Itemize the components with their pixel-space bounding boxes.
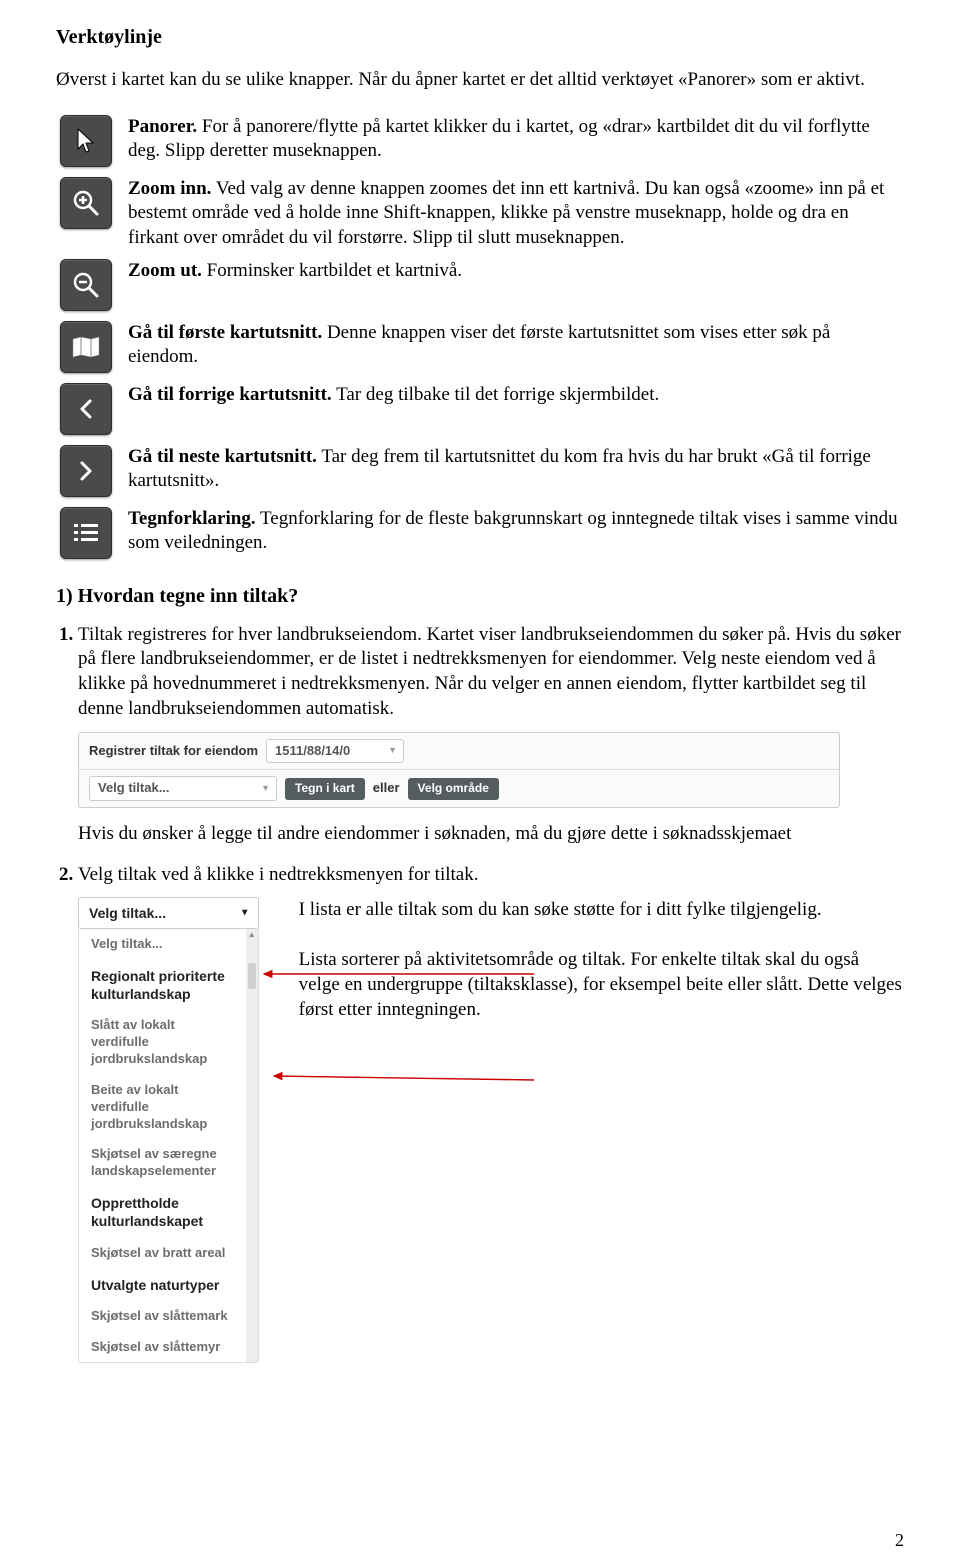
- eller-label: eller: [373, 780, 400, 797]
- callout-p2: Lista sorterer på aktivitetsområde og ti…: [299, 948, 904, 1022]
- figure-register-tiltak: Registrer tiltak for eiendom 1511/88/14/…: [78, 732, 840, 809]
- next-extent-button[interactable]: [60, 445, 112, 497]
- dropdown-group-title: Regionalt prioriterte kulturlandskap: [79, 960, 246, 1010]
- step-2: Velg tiltak ved å klikke i nedtrekksmeny…: [78, 863, 904, 1364]
- zoom-in-button[interactable]: [60, 177, 112, 229]
- dropdown-header[interactable]: Velg tiltak... ▼: [78, 897, 259, 929]
- dropdown-hint: Velg tiltak...: [79, 929, 246, 960]
- dropdown-item[interactable]: Skjøtsel av bratt areal: [79, 1238, 246, 1269]
- chevron-right-icon: [78, 460, 94, 482]
- cursor-icon: [75, 127, 97, 155]
- panorer-button[interactable]: [60, 115, 112, 167]
- dropdown-item[interactable]: Skjøtsel av slåttemark: [79, 1301, 246, 1332]
- fig1-label: Registrer tiltak for eiendom: [89, 743, 258, 760]
- chevron-down-icon: ▼: [261, 783, 270, 795]
- first-extent-button[interactable]: [60, 321, 112, 373]
- toolbar-table: Panorer. For å panorere/flytte på kartet…: [56, 111, 904, 565]
- page-title: Verktøylinje: [56, 24, 904, 50]
- zoom-out-button[interactable]: [60, 259, 112, 311]
- chevron-down-icon: ▼: [240, 906, 250, 919]
- dropdown-item[interactable]: Beite av lokalt verdifulle jordbruksland…: [79, 1075, 246, 1140]
- scroll-up-icon[interactable]: ▲: [246, 929, 258, 941]
- legend-button[interactable]: [60, 507, 112, 559]
- callout-p1: I lista er alle tiltak som du kan søke s…: [299, 898, 904, 923]
- chevron-down-icon: ▼: [388, 745, 397, 757]
- dropdown-item[interactable]: Slått av lokalt verdifulle jordbruksland…: [79, 1010, 246, 1075]
- velg-omrade-button[interactable]: Velg område: [408, 778, 499, 800]
- dropdown-list: ▲ Velg tiltak... Regionalt prioriterte k…: [79, 929, 258, 1363]
- zoom-out-icon: [71, 270, 101, 300]
- tegn-i-kart-button[interactable]: Tegn i kart: [285, 778, 365, 800]
- eiendom-dropdown[interactable]: 1511/88/14/0 ▼: [266, 739, 404, 764]
- step-2-text: Velg tiltak ved å klikke i nedtrekksmeny…: [78, 864, 478, 885]
- figure-velg-tiltak-dropdown: Velg tiltak... ▼ ▲ Velg tiltak... Region…: [78, 898, 259, 1364]
- zoom-in-desc: Zoom inn. Ved valg av denne knappen zoom…: [124, 173, 904, 255]
- next-extent-desc: Gå til neste kartutsnitt. Tar deg frem t…: [124, 441, 904, 503]
- legend-desc: Tegnforklaring. Tegnforklaring for de fl…: [124, 503, 904, 565]
- zoom-in-icon: [71, 188, 101, 218]
- dropdown-item[interactable]: Skjøtsel av særegne landskapselementer: [79, 1139, 246, 1187]
- page-number: 2: [895, 1529, 904, 1552]
- velg-tiltak-dropdown[interactable]: Velg tiltak... ▼: [89, 776, 277, 801]
- zoom-out-desc: Zoom ut. Forminsker kartbildet et kartni…: [124, 255, 904, 317]
- scrollbar-thumb[interactable]: [248, 963, 256, 989]
- map-icon: [71, 335, 101, 359]
- dropdown-item[interactable]: Skjøtsel av slåttemyr: [79, 1332, 246, 1363]
- step-1: Tiltak registreres for hver landbrukseie…: [78, 623, 904, 847]
- prev-extent-desc: Gå til forrige kartutsnitt. Tar deg tilb…: [124, 379, 904, 441]
- list-icon: [72, 522, 100, 544]
- after-fig1-text: Hvis du ønsker å legge til andre eiendom…: [78, 822, 904, 847]
- panorer-desc: Panorer. For å panorere/flytte på kartet…: [124, 111, 904, 173]
- first-extent-desc: Gå til første kartutsnitt. Denne knappen…: [124, 317, 904, 379]
- step-1-text: Tiltak registreres for hver landbrukseie…: [78, 624, 901, 719]
- chevron-left-icon: [78, 398, 94, 420]
- dropdown-group-title: Utvalgte naturtyper: [79, 1269, 246, 1301]
- prev-extent-button[interactable]: [60, 383, 112, 435]
- dropdown-group-title: Opprettholde kulturlandskapet: [79, 1187, 246, 1237]
- figure-callout-text: I lista er alle tiltak som du kan søke s…: [299, 898, 904, 1364]
- intro-paragraph: Øverst i kartet kan du se ulike knapper.…: [56, 68, 904, 93]
- section-1-heading: 1) Hvordan tegne inn tiltak?: [56, 583, 904, 609]
